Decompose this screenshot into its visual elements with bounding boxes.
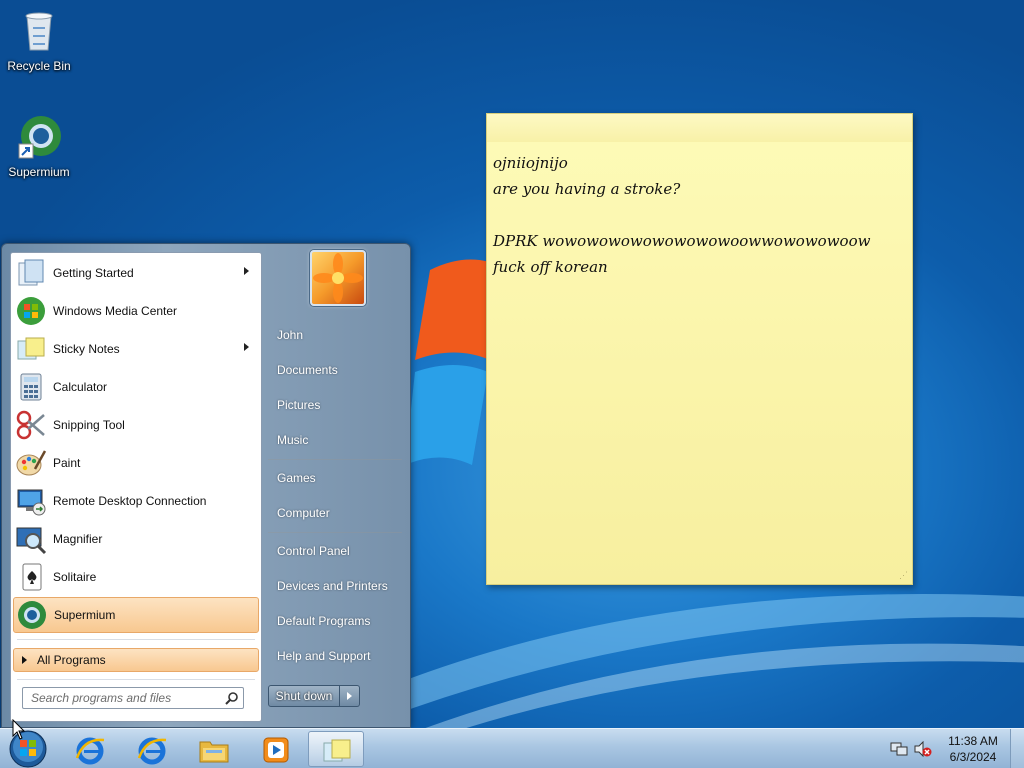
remote-desktop-icon: [17, 489, 46, 516]
media-center-icon: [17, 297, 45, 325]
start-item-paint[interactable]: Paint: [13, 445, 259, 481]
start-item-getting-started[interactable]: Getting Started: [13, 255, 259, 291]
recycle-bin-icon: [25, 12, 53, 51]
supermium-icon: [18, 116, 61, 159]
desktop-icon-label: Supermium: [8, 165, 70, 179]
file-explorer-icon: [199, 741, 229, 763]
sticky-note[interactable]: ojniiojnijo are you having a stroke? DPR…: [486, 113, 913, 585]
places-music[interactable]: Music: [268, 425, 406, 455]
separator: [268, 459, 402, 460]
start-item-supermium[interactable]: Supermium: [13, 597, 259, 633]
internet-explorer-icon: [137, 737, 167, 765]
places-default-programs[interactable]: Default Programs: [268, 606, 406, 636]
start-item-calculator[interactable]: Calculator: [13, 369, 259, 405]
submenu-arrow-icon: [244, 343, 249, 351]
show-desktop-button[interactable]: [1010, 729, 1024, 768]
playing-card-icon: [22, 563, 42, 591]
getting-started-icon: [18, 259, 44, 286]
start-menu-places-pane: John Documents Pictures Music Games Comp…: [264, 244, 410, 729]
shutdown-options-button[interactable]: [340, 685, 360, 707]
sticky-note-text[interactable]: ojniiojnijo are you having a stroke? DPR…: [487, 142, 912, 288]
start-item-label: Remote Desktop Connection: [53, 494, 207, 508]
shutdown-button[interactable]: Shut down: [268, 685, 340, 707]
start-item-label: Supermium: [54, 608, 116, 622]
start-item-label: Magnifier: [53, 532, 103, 546]
places-control-panel[interactable]: Control Panel: [268, 536, 406, 566]
places-john[interactable]: John: [268, 320, 406, 350]
desktop-icon-recycle-bin[interactable]: Recycle Bin: [0, 6, 78, 73]
user-picture-flower[interactable]: [310, 250, 366, 306]
sticky-notes-icon: [17, 337, 45, 360]
start-menu: Getting Started Windows Media Center Sti…: [1, 243, 411, 728]
media-player-icon: [263, 737, 289, 763]
search-input[interactable]: [31, 691, 211, 705]
places-games[interactable]: Games: [268, 463, 406, 493]
places-pictures[interactable]: Pictures: [268, 390, 406, 420]
places-documents[interactable]: Documents: [268, 355, 406, 385]
scissors-icon: [16, 410, 45, 440]
sticky-note-title-bar[interactable]: [487, 114, 912, 142]
start-item-label: Sticky Notes: [53, 342, 120, 356]
magnifier-icon: [16, 527, 47, 555]
places-help-and-support[interactable]: Help and Support: [268, 641, 406, 671]
start-item-solitaire[interactable]: Solitaire: [13, 559, 259, 595]
desktop-icon-label: Recycle Bin: [7, 59, 71, 73]
start-item-remote-desktop[interactable]: Remote Desktop Connection: [13, 483, 259, 519]
start-item-sticky-notes[interactable]: Sticky Notes: [13, 331, 259, 367]
network-icon[interactable]: [890, 741, 908, 757]
start-item-snipping-tool[interactable]: Snipping Tool: [13, 407, 259, 443]
taskbar-internet-explorer-2[interactable]: [124, 731, 180, 767]
desktop-icon-supermium[interactable]: Supermium: [0, 112, 78, 179]
clock-date: 6/3/2024: [949, 750, 997, 764]
start-menu-programs-pane: Getting Started Windows Media Center Sti…: [10, 252, 262, 722]
all-programs-button[interactable]: All Programs: [13, 648, 259, 672]
start-button[interactable]: [4, 729, 48, 768]
start-item-label: Paint: [53, 456, 81, 470]
flower-icon: [313, 253, 363, 303]
supermium-icon: [18, 601, 46, 629]
start-item-label: Solitaire: [53, 570, 97, 584]
search-icon[interactable]: [225, 691, 239, 705]
separator: [17, 639, 255, 640]
taskbar: 11:38 AM 6/3/2024: [0, 728, 1024, 768]
taskbar-internet-explorer[interactable]: [62, 731, 118, 767]
search-box[interactable]: [22, 687, 244, 709]
start-item-label: Windows Media Center: [53, 304, 178, 318]
clock-time: 11:38 AM: [948, 734, 998, 748]
places-devices-and-printers[interactable]: Devices and Printers: [268, 571, 406, 601]
taskbar-media-player[interactable]: [248, 731, 304, 767]
submenu-arrow-icon: [244, 267, 249, 275]
start-item-label: Getting Started: [53, 266, 134, 280]
clock[interactable]: 11:38 AM 6/3/2024: [938, 733, 1008, 765]
taskbar-file-explorer[interactable]: [186, 731, 242, 767]
taskbar-sticky-notes[interactable]: [308, 731, 364, 767]
mouse-cursor-icon: [12, 719, 26, 740]
separator: [17, 679, 255, 680]
resize-grip-icon[interactable]: ⋰: [899, 571, 909, 581]
calculator-icon: [20, 373, 42, 401]
start-item-windows-media-center[interactable]: Windows Media Center: [13, 293, 259, 329]
volume-muted-icon[interactable]: [914, 741, 932, 757]
arrow-right-icon: [347, 692, 352, 700]
start-item-magnifier[interactable]: Magnifier: [13, 521, 259, 557]
start-item-label: Snipping Tool: [53, 418, 125, 432]
all-programs-label: All Programs: [37, 653, 106, 667]
separator: [268, 532, 402, 533]
internet-explorer-icon: [75, 737, 105, 765]
sticky-notes-icon: [323, 739, 351, 762]
places-computer[interactable]: Computer: [268, 498, 406, 528]
start-item-label: Calculator: [53, 380, 108, 394]
arrow-right-icon: [22, 656, 27, 664]
paint-palette-icon: [16, 450, 47, 476]
